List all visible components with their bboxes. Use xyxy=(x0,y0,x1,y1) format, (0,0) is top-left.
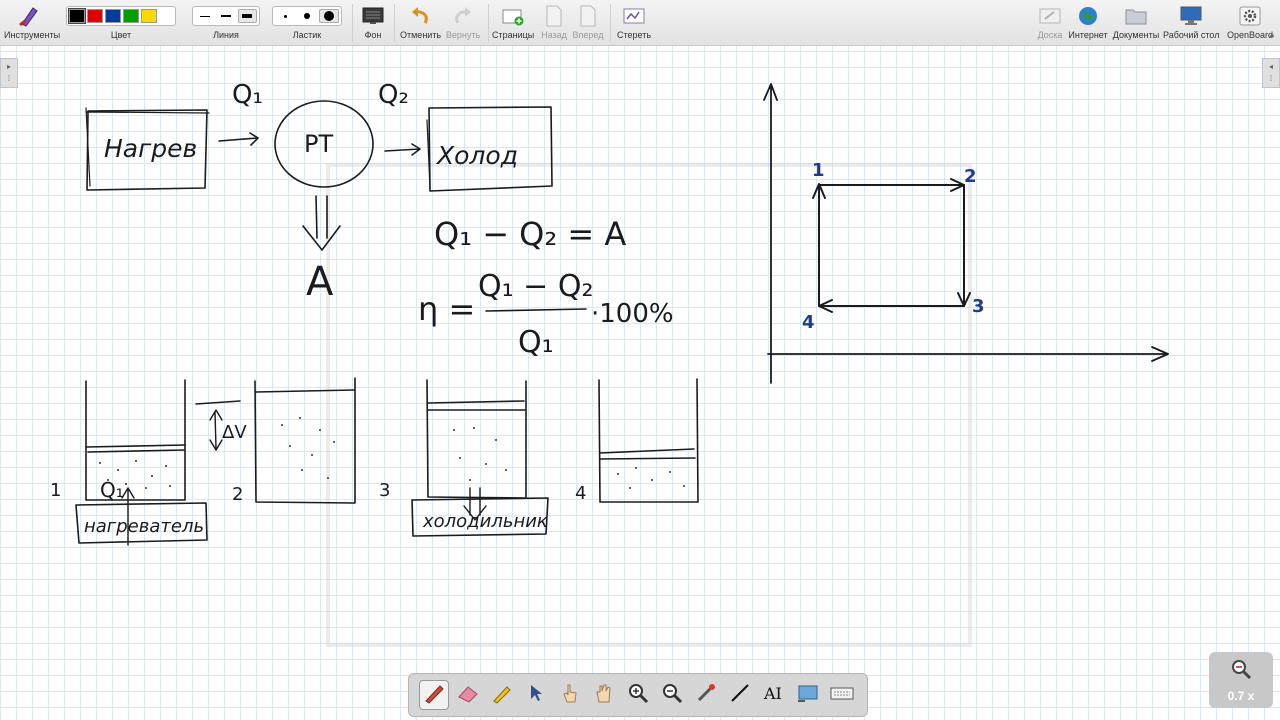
efficiency-numerator: Q₁ − Q₂ xyxy=(478,269,594,304)
heat-input-label: Q₁ xyxy=(100,478,124,502)
zoom-indicator[interactable]: 0.7 x xyxy=(1209,652,1273,708)
work-label: A xyxy=(306,259,334,305)
zoom-out-tool-button[interactable] xyxy=(657,680,687,710)
pointing-hand-icon xyxy=(559,682,581,709)
cylinder-3-number: 3 xyxy=(379,480,390,501)
board-drawing: Нагрев РТ Q₁ Q₂ Холод A Q₁ − Q₂ = A η = … xyxy=(50,80,1169,546)
interact-tool-button[interactable] xyxy=(555,680,585,710)
fraction-bar xyxy=(485,308,587,312)
zoom-out-icon xyxy=(661,682,683,709)
hand-icon xyxy=(593,682,615,709)
engine-circle: РТ xyxy=(274,100,374,188)
line-icon xyxy=(729,682,751,709)
q2-label: Q₂ xyxy=(378,80,409,110)
zoom-in-icon xyxy=(627,682,649,709)
gas-particles xyxy=(281,417,335,479)
cylinder-1: Q₁ 1 нагреватель xyxy=(50,379,208,546)
cursor-arrow-icon xyxy=(528,683,544,708)
keyboard-icon xyxy=(830,685,854,706)
text-tool-button[interactable]: AI xyxy=(759,680,789,710)
zoom-level-label: 0.7 x xyxy=(1227,689,1255,703)
q1-label: Q₁ xyxy=(232,80,263,110)
heater-box: Нагрев xyxy=(85,107,210,191)
virtual-keyboard-button[interactable] xyxy=(827,680,857,710)
y-axis xyxy=(763,83,778,384)
engine-label: РТ xyxy=(304,130,333,158)
cycle-point-1: 1 xyxy=(812,160,825,181)
cycle-diagram: 1 2 3 4 xyxy=(763,83,1169,384)
line-tool-button[interactable] xyxy=(725,680,755,710)
marker-tool-button[interactable] xyxy=(487,680,517,710)
heater-label: Нагрев xyxy=(104,134,197,163)
magnifier-icon xyxy=(1209,658,1273,685)
cylinder-3: 3 холодильник xyxy=(379,379,549,537)
efficiency-symbol: η = xyxy=(418,290,475,328)
cylinder-4: 4 xyxy=(575,378,699,504)
cooler-caption: холодильник xyxy=(422,511,548,532)
arrow-to-engine xyxy=(218,132,259,146)
efficiency-denominator: Q₁ xyxy=(518,325,554,360)
pen-icon xyxy=(423,682,445,709)
cycle-point-2: 2 xyxy=(964,166,977,187)
laser-pointer-icon xyxy=(695,682,717,709)
cycle-point-3: 3 xyxy=(972,296,985,317)
work-arrow xyxy=(302,195,341,251)
hand-tool-button[interactable] xyxy=(589,680,619,710)
eraser-tool-button[interactable] xyxy=(453,680,483,710)
highlighter-icon xyxy=(491,682,513,709)
capture-tool-button[interactable] xyxy=(793,680,823,710)
zoom-in-tool-button[interactable] xyxy=(623,680,653,710)
heater-caption: нагреватель xyxy=(84,516,204,537)
arrow-to-cooler xyxy=(384,143,421,156)
cylinder-1-number: 1 xyxy=(50,480,61,501)
gas-particles xyxy=(453,427,507,481)
screen-capture-icon xyxy=(797,683,819,708)
cylinder-2-number: 2 xyxy=(232,484,243,505)
svg-text:AI: AI xyxy=(763,684,782,703)
delta-v-label: ΔV xyxy=(222,422,247,443)
gas-particles xyxy=(617,467,685,489)
cylinder-4-number: 4 xyxy=(575,483,586,504)
energy-balance-equation: Q₁ − Q₂ = A xyxy=(434,215,626,253)
cylinder-2: ΔV 2 xyxy=(195,377,356,505)
tool-palette: AI xyxy=(408,673,868,717)
efficiency-factor: ·100% xyxy=(591,299,674,329)
select-tool-button[interactable] xyxy=(521,680,551,710)
cooler-box: Холод xyxy=(426,106,553,192)
laser-pointer-tool-button[interactable] xyxy=(691,680,721,710)
cooler-label: Холод xyxy=(435,141,518,170)
text-tool-icon: AI xyxy=(763,683,785,708)
x-axis xyxy=(767,346,1169,362)
cycle-point-4: 4 xyxy=(802,312,815,333)
pen-tool-button[interactable] xyxy=(419,680,449,710)
eraser-icon xyxy=(457,683,479,708)
